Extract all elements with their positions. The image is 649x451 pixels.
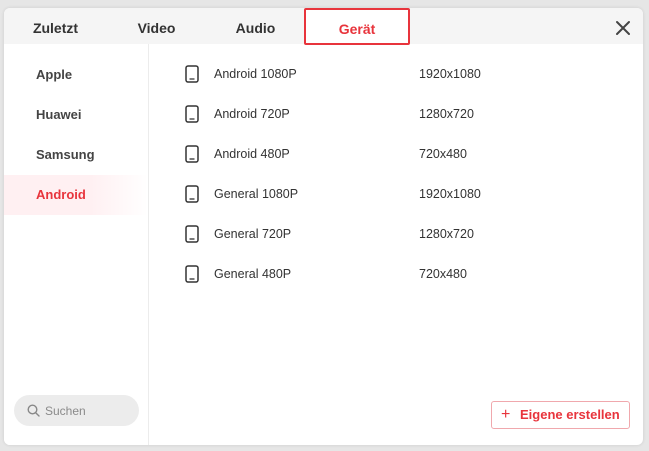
sidebar-item-apple[interactable]: Apple (4, 55, 148, 95)
tab-bar: Zuletzt Video Audio Gerät (4, 8, 643, 45)
preset-row-android-1080p[interactable]: Android 1080P 1920x1080 (150, 54, 643, 94)
preset-name: Android 720P (214, 107, 290, 121)
tab-geraet[interactable]: Gerät (304, 8, 410, 45)
format-dialog: Zuletzt Video Audio Gerät Apple Huawei S… (4, 8, 643, 445)
sidebar-item-android[interactable]: Android (4, 175, 148, 215)
phone-icon (185, 105, 199, 123)
close-icon (616, 21, 630, 35)
search-icon (27, 404, 40, 417)
search-box[interactable] (14, 395, 139, 426)
preset-row-android-480p[interactable]: Android 480P 720x480 (150, 134, 643, 174)
phone-icon (185, 265, 199, 283)
preset-row-android-720p[interactable]: Android 720P 1280x720 (150, 94, 643, 134)
preset-resolution: 1920x1080 (419, 67, 481, 81)
preset-resolution: 720x480 (419, 267, 467, 281)
preset-resolution: 720x480 (419, 147, 467, 161)
phone-icon (185, 225, 199, 243)
plus-icon: + (501, 406, 511, 423)
preset-name: Android 480P (214, 147, 290, 161)
preset-resolution: 1280x720 (419, 107, 474, 121)
close-button[interactable] (612, 17, 634, 39)
preset-resolution: 1920x1080 (419, 187, 481, 201)
preset-name: General 720P (214, 227, 292, 241)
phone-icon (185, 185, 199, 203)
preset-resolution: 1280x720 (419, 227, 474, 241)
create-custom-label: Eigene erstellen (520, 407, 620, 422)
sidebar-item-samsung[interactable]: Samsung (4, 135, 148, 175)
preset-row-general-480p[interactable]: General 480P 720x480 (150, 254, 643, 294)
search-input[interactable] (45, 395, 135, 426)
device-sidebar: Apple Huawei Samsung Android (4, 44, 149, 445)
preset-name: Android 1080P (214, 67, 297, 81)
sidebar-item-huawei[interactable]: Huawei (4, 95, 148, 135)
preset-row-general-1080p[interactable]: General 1080P 1920x1080 (150, 174, 643, 214)
tab-zuletzt[interactable]: Zuletzt (4, 8, 107, 44)
phone-icon (185, 145, 199, 163)
tab-video[interactable]: Video (107, 8, 206, 44)
create-custom-button[interactable]: + Eigene erstellen (491, 401, 630, 429)
tab-audio[interactable]: Audio (206, 8, 305, 44)
phone-icon (185, 65, 199, 83)
preset-row-general-720p[interactable]: General 720P 1280x720 (150, 214, 643, 254)
preset-name: General 480P (214, 267, 292, 281)
preset-name: General 1080P (214, 187, 299, 201)
